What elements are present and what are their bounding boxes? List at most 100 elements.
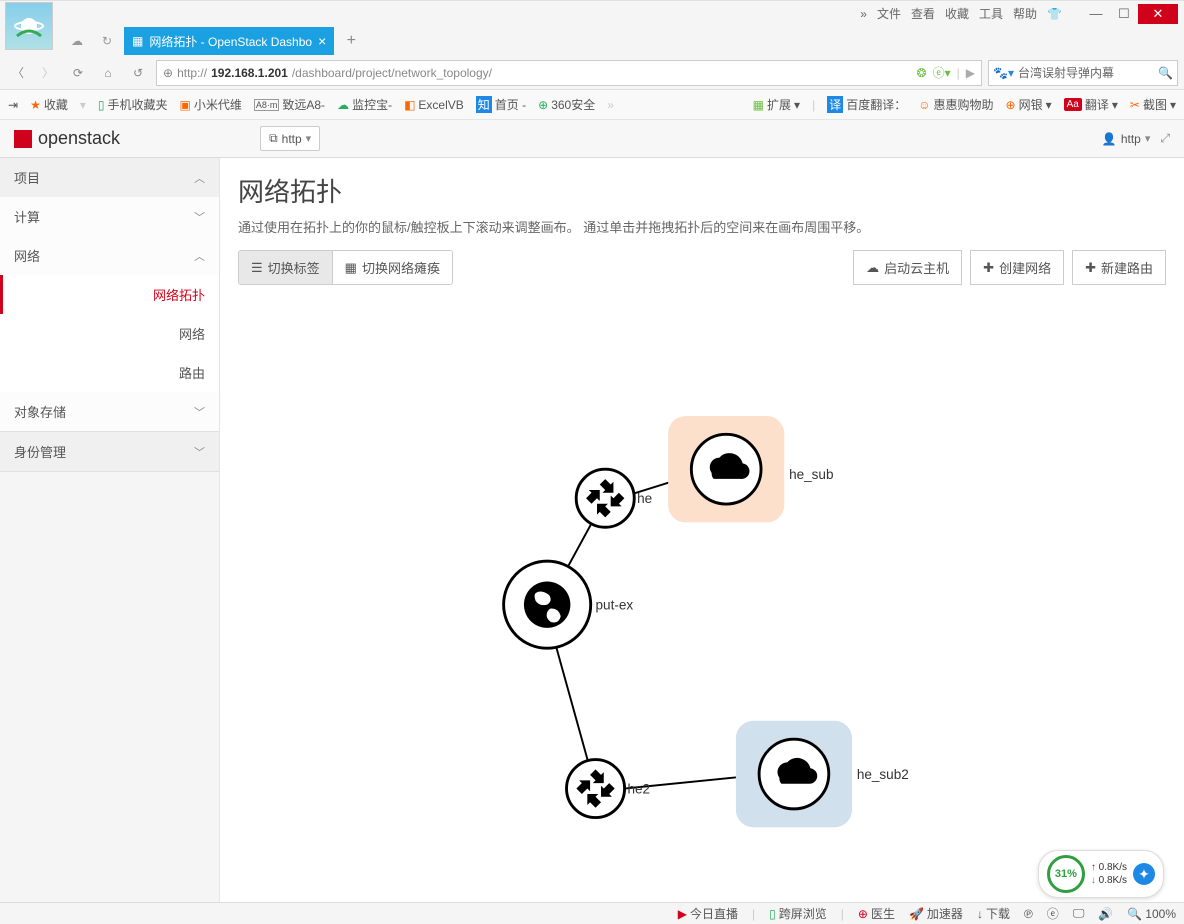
window-maximize-button[interactable]: ☐ <box>1110 4 1138 24</box>
speed-widget[interactable]: 31% ↑ 0.8K/s ↓ 0.8K/s ✦ <box>1038 850 1164 898</box>
create-router-button[interactable]: ✚新建路由 <box>1072 250 1166 285</box>
sidebar-network[interactable]: 网络︿ <box>0 236 219 275</box>
label-he: he <box>637 491 652 506</box>
window-minimize-button[interactable]: — <box>1082 4 1110 24</box>
menu-favorites[interactable]: 收藏 <box>945 5 969 22</box>
project-name: http <box>282 132 302 146</box>
openstack-logo-icon <box>14 130 32 148</box>
shield-icon: ⊕ <box>163 66 173 80</box>
status-download[interactable]: ↓下载 <box>977 905 1010 922</box>
sidebar-object-storage[interactable]: 对象存储﹀ <box>0 392 219 431</box>
user-icon: 👤 <box>1102 132 1117 146</box>
bm-screenshot[interactable]: ✂截图 ▾ <box>1130 96 1176 113</box>
create-network-button[interactable]: ✚创建网络 <box>970 250 1064 285</box>
speed-badge-icon[interactable]: ✦ <box>1133 863 1155 885</box>
bm-zhiyuan[interactable]: A8·m致远A8- <box>254 96 325 113</box>
search-engine-icon[interactable]: 🐾▾ <box>993 66 1014 80</box>
status-ie-icon[interactable]: ⓔ <box>1047 905 1059 922</box>
status-p-icon[interactable]: ℗ <box>1024 907 1033 921</box>
toggle-labels-button[interactable]: ☰切换标签 <box>239 251 333 284</box>
status-accelerator[interactable]: 🚀加速器 <box>909 905 963 922</box>
history-tab-icon[interactable]: ↻ <box>94 28 120 54</box>
nav-home-button[interactable]: ⌂ <box>96 61 120 85</box>
menu-file[interactable]: 文件 <box>877 5 901 22</box>
ie-mode-icon[interactable]: ⓔ▾ <box>933 64 951 81</box>
sidebar-identity[interactable]: 身份管理﹀ <box>0 432 219 471</box>
label-putex: put-ex <box>596 598 634 613</box>
sidebar-project[interactable]: 项目︿ <box>0 158 219 197</box>
toggle-collapse-button[interactable]: ▦切换网络瘫痪 <box>333 251 452 284</box>
brand-text: openstack <box>38 128 120 149</box>
status-zoom[interactable]: 🔍100% <box>1127 907 1176 921</box>
bm-shouye[interactable]: 知首页 - <box>476 96 526 113</box>
bm-mobile[interactable]: ▯手机收藏夹 <box>98 96 168 113</box>
label-hesub: he_sub <box>789 467 833 482</box>
status-screen-icon[interactable]: 🖵 <box>1073 906 1085 921</box>
sidebar-item-networks[interactable]: 网络 <box>0 314 219 353</box>
project-selector[interactable]: ⧉ http ▾ <box>260 126 320 151</box>
status-sound-icon[interactable]: 🔊 <box>1098 907 1113 921</box>
sidebar-item-routers[interactable]: 路由 <box>0 353 219 392</box>
status-cross-screen[interactable]: ▯跨屏浏览 <box>769 905 827 922</box>
brand-logo[interactable]: openstack <box>14 128 120 149</box>
compat-icon[interactable]: ❂ <box>917 66 927 80</box>
menu-tools[interactable]: 工具 <box>979 5 1003 22</box>
browser-tab-active[interactable]: ▦ 网络拓扑 - OpenStack Dashbo × <box>124 27 334 55</box>
node-he2[interactable] <box>567 760 625 818</box>
url-input[interactable]: ⊕ http://192.168.1.201/dashboard/project… <box>156 60 982 86</box>
node-he[interactable] <box>576 469 634 527</box>
list-icon: ☰ <box>251 260 263 276</box>
close-tab-button[interactable]: × <box>318 33 326 49</box>
nav-restore-button[interactable]: ↺ <box>126 61 150 85</box>
play-icon[interactable]: ▶ <box>966 66 975 80</box>
nav-back-button[interactable]: 〈 <box>6 61 30 85</box>
sidebar: 项目︿ 计算﹀ 网络︿ 网络拓扑 网络 路由 对象存储﹀ 身份管理﹀ <box>0 158 220 902</box>
bm-huihui[interactable]: ☺惠惠购物助 <box>918 96 993 113</box>
nav-reload-button[interactable]: ⟳ <box>66 61 90 85</box>
speed-percent: 31% <box>1047 855 1085 893</box>
browser-avatar[interactable] <box>5 2 53 50</box>
status-today-live[interactable]: ▶今日直播 <box>678 905 738 922</box>
cloud-tab-icon[interactable]: ☁ <box>64 28 90 54</box>
browser-search-box[interactable]: 🐾▾ 台湾误射导弹内幕 🔍 <box>988 60 1178 86</box>
plus-icon: ✚ <box>1085 260 1096 276</box>
cloud-upload-icon: ☁ <box>866 260 879 276</box>
speed-text: ↑ 0.8K/s ↓ 0.8K/s <box>1091 861 1127 887</box>
expand-icon[interactable]: ⤢ <box>1160 131 1170 146</box>
nav-forward-button[interactable]: 〉 <box>36 61 60 85</box>
menu-help[interactable]: 帮助 <box>1013 5 1037 22</box>
network-topology-canvas[interactable]: he_sub he_sub2 he <box>238 295 1166 895</box>
content-area: 网络拓扑 通过使用在拓扑上的你的鼠标/触控板上下滚动来调整画布。 通过单击并拖拽… <box>220 158 1184 902</box>
bm-netbank[interactable]: ⊕网银 ▾ <box>1006 96 1052 113</box>
bm-xiaomi[interactable]: ▣小米代维 <box>180 96 242 113</box>
bm-extensions[interactable]: ▦扩展 ▾ <box>753 96 800 113</box>
url-host: 192.168.1.201 <box>211 66 288 80</box>
bm-360[interactable]: ⊕360安全 <box>538 96 595 113</box>
plus-icon: ✚ <box>983 260 994 276</box>
label-he2: he2 <box>627 781 650 796</box>
menu-chevron[interactable]: » <box>860 7 867 21</box>
dashboard-header: openstack ⧉ http ▾ 👤 http ▾ ⤢ <box>0 120 1184 158</box>
bm-jiankong[interactable]: ☁监控宝- <box>337 96 392 113</box>
bm-expand-icon[interactable]: ⇥ <box>8 98 18 112</box>
user-menu[interactable]: 👤 http ▾ <box>1102 132 1151 146</box>
new-tab-button[interactable]: + <box>338 28 364 54</box>
grid-icon: ▦ <box>345 260 357 276</box>
menu-view[interactable]: 查看 <box>911 5 935 22</box>
bm-translate2[interactable]: Aa翻译 ▾ <box>1064 96 1118 113</box>
search-icon[interactable]: 🔍 <box>1158 66 1173 80</box>
status-bar: ▶今日直播 | ▯跨屏浏览 | ⊕医生 🚀加速器 ↓下载 ℗ ⓔ 🖵 🔊 🔍10… <box>0 902 1184 924</box>
sidebar-item-topology[interactable]: 网络拓扑 <box>0 275 219 314</box>
status-doctor[interactable]: ⊕医生 <box>858 905 895 922</box>
bm-excelvb[interactable]: ◧ExcelVB <box>404 98 464 112</box>
coat-hanger-icon[interactable]: 👕 <box>1047 7 1062 21</box>
launch-instance-button[interactable]: ☁启动云主机 <box>853 250 962 285</box>
user-name: http <box>1121 132 1141 146</box>
bm-favorites[interactable]: ★收藏 <box>30 96 68 113</box>
bm-translate[interactable]: 译百度翻译： <box>827 96 906 113</box>
page-subtitle: 通过使用在拓扑上的你的鼠标/触控板上下滚动来调整画布。 通过单击并拖拽拓扑后的空… <box>238 217 1166 236</box>
window-close-button[interactable]: ✕ <box>1138 4 1178 24</box>
sidebar-compute[interactable]: 计算﹀ <box>0 197 219 236</box>
main-layout: 项目︿ 计算﹀ 网络︿ 网络拓扑 网络 路由 对象存储﹀ 身份管理﹀ 网络拓扑 … <box>0 158 1184 902</box>
label-hesub2: he_sub2 <box>857 767 909 782</box>
